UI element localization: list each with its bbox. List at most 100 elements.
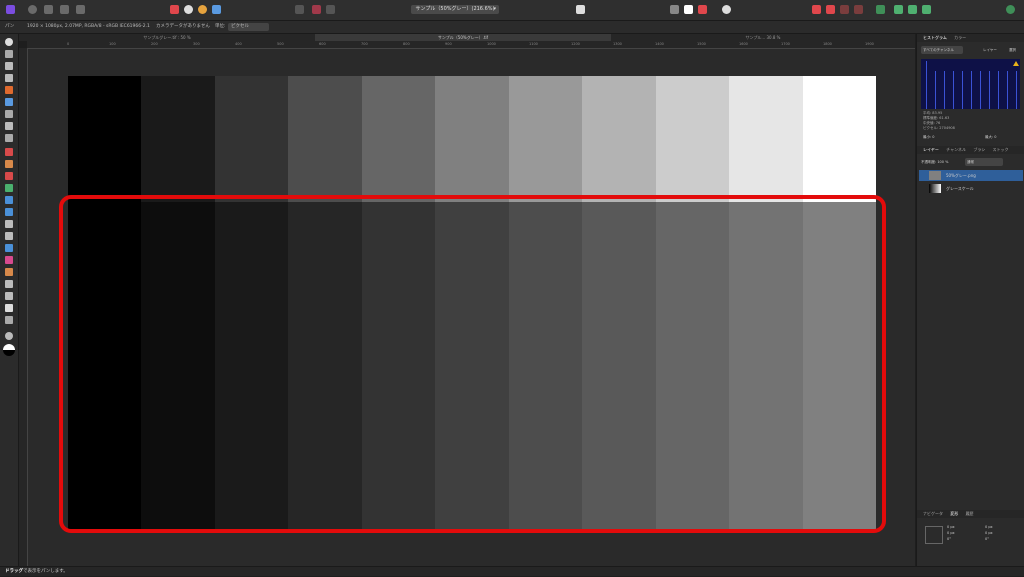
ruler-tick-label: 700 [361, 42, 368, 46]
color-swatch-icon[interactable] [3, 344, 15, 356]
histogram-tabs: ヒストグラム カラー [917, 34, 1024, 42]
tab-history[interactable]: 履歴 [966, 511, 974, 516]
tab-histogram[interactable]: ヒストグラム [923, 35, 947, 40]
unit-select[interactable]: ピクセル [228, 23, 269, 31]
view-tool-icon[interactable] [5, 38, 13, 46]
selection-checkbox-label[interactable]: 選択 [1009, 46, 1016, 54]
persona-tonemap-icon[interactable] [76, 5, 85, 14]
opacity-control[interactable]: 不透明度: 100 % [921, 158, 948, 166]
flip-icon[interactable] [854, 5, 863, 14]
rotation-field[interactable]: 0° [947, 537, 951, 541]
flood-fill-tool-icon[interactable] [5, 184, 13, 192]
height-field[interactable]: 0 px [985, 531, 993, 535]
layer-row-grayscale[interactable]: グレースケール [919, 183, 1023, 194]
flood-select-tool-icon[interactable] [5, 110, 13, 118]
channel-select[interactable]: すべてのチャンネル [921, 46, 963, 54]
crop-tool-icon[interactable] [5, 62, 13, 70]
tab-brushes[interactable]: ブラシ [973, 147, 985, 152]
tab-document-3[interactable]: サンプル... 30.8 % [611, 34, 915, 41]
persona-photo-icon[interactable] [28, 5, 37, 14]
pixel-tool-icon[interactable] [5, 160, 13, 168]
tab-stock[interactable]: ストック [993, 147, 1009, 152]
insert-icon[interactable] [876, 5, 885, 14]
text-tool-icon[interactable] [5, 304, 13, 312]
tab-document-2[interactable]: サンプル（50%グレー）.tif [315, 34, 611, 41]
layer-checkbox-label[interactable]: レイヤー [983, 46, 997, 54]
histogram-graph [921, 59, 1020, 109]
dodge-brush-tool-icon[interactable] [5, 220, 13, 228]
tools-panel [0, 34, 19, 566]
tab-channels[interactable]: チャンネル [946, 147, 966, 152]
inpainting-tool-icon[interactable] [5, 256, 13, 264]
x-field[interactable]: 0 px [947, 525, 955, 529]
color-picker-tool-icon[interactable] [5, 86, 13, 94]
blur-brush-tool-icon[interactable] [5, 244, 13, 252]
arrange-front-icon[interactable] [826, 5, 835, 14]
min-label[interactable]: 最小: 0 [923, 135, 935, 140]
main-toolbar: サンプル（50%グレー）(216.6%) ▾ [0, 0, 1024, 21]
mirror-icon[interactable] [840, 5, 849, 14]
burn-brush-tool-icon[interactable] [5, 232, 13, 240]
user-account-icon[interactable] [1006, 5, 1015, 14]
blend-mode-select[interactable]: 通常 [965, 158, 1003, 166]
straighten-tool-icon[interactable] [5, 74, 13, 82]
width-field[interactable]: 0 px [985, 525, 993, 529]
auto-white-balance-icon[interactable] [212, 5, 221, 14]
ruler-tick-label: 600 [319, 42, 326, 46]
gray-swatch [802, 76, 876, 202]
unit-value: ピクセル [231, 24, 249, 29]
gradient-tool-icon[interactable] [5, 196, 13, 204]
selection-icon[interactable] [312, 5, 321, 14]
gray-swatch [361, 76, 436, 202]
transform-fields: 0 px 0 px 0° [947, 524, 955, 542]
layer-row-gray[interactable]: 50%グレー.png [919, 170, 1023, 181]
arrange-back-icon[interactable] [812, 5, 821, 14]
tab-document-1[interactable]: サンプルグレー.tif : 50 % [19, 34, 315, 41]
redo-icon[interactable] [698, 5, 707, 14]
tab-transform[interactable]: 変形 [950, 511, 958, 516]
layer-thumbnail [929, 184, 941, 193]
mask-icon[interactable] [326, 5, 335, 14]
tab-layers[interactable]: レイヤー [923, 147, 939, 152]
tab-navigator[interactable]: ナビゲータ [923, 511, 943, 516]
mesh-warp-tool-icon[interactable] [5, 316, 13, 324]
auto-levels-icon[interactable] [170, 5, 179, 14]
marquee-tool-icon[interactable] [5, 122, 13, 130]
histogram-spike [989, 71, 990, 109]
clone-brush-tool-icon[interactable] [5, 208, 13, 216]
opacity-value: 100 % [937, 160, 949, 164]
paint-brush-tool-icon[interactable] [5, 148, 13, 156]
pen-tool-icon[interactable] [5, 280, 13, 288]
ruler-tick-label: 1400 [655, 42, 664, 46]
grid-icon[interactable] [295, 5, 304, 14]
erase-brush-tool-icon[interactable] [5, 172, 13, 180]
persona-develop-icon[interactable] [60, 5, 69, 14]
persona-liquify-icon[interactable] [44, 5, 53, 14]
undo-icon[interactable] [684, 5, 693, 14]
tab-color[interactable]: カラー [954, 35, 966, 40]
auto-colors-icon[interactable] [198, 5, 207, 14]
auto-contrast-icon[interactable] [184, 5, 193, 14]
document-info: 1920 × 1080px, 2.07MP, RGBA/8 - sRGB IEC… [27, 24, 150, 29]
freehand-selection-tool-icon[interactable] [5, 134, 13, 142]
layer-name: 50%グレー.png [946, 173, 976, 178]
boolean-add-icon[interactable] [894, 5, 903, 14]
document-title-dropdown[interactable]: サンプル（50%グレー）(216.6%) ▾ [411, 5, 499, 14]
ruler-tick-label: 1500 [697, 42, 706, 46]
red-eye-tool-icon[interactable] [5, 268, 13, 276]
shape-tool-icon[interactable] [5, 292, 13, 300]
assistant-icon[interactable] [722, 5, 731, 14]
y-field[interactable]: 0 px [947, 531, 955, 535]
gray-swatch [582, 76, 656, 202]
boolean-subtract-icon[interactable] [908, 5, 917, 14]
shear-field[interactable]: 0° [985, 537, 989, 541]
boolean-intersect-icon[interactable] [922, 5, 931, 14]
unit-label: 単位: [215, 24, 226, 29]
max-label[interactable]: 最大: 0 [985, 135, 997, 140]
snapping-icon[interactable] [670, 5, 679, 14]
move-tool-icon[interactable] [5, 50, 13, 58]
quick-mask-icon[interactable] [576, 5, 585, 14]
selection-brush-tool-icon[interactable] [5, 98, 13, 106]
zoom-tool-icon[interactable] [5, 332, 13, 340]
anchor-grid-icon[interactable] [925, 526, 943, 544]
